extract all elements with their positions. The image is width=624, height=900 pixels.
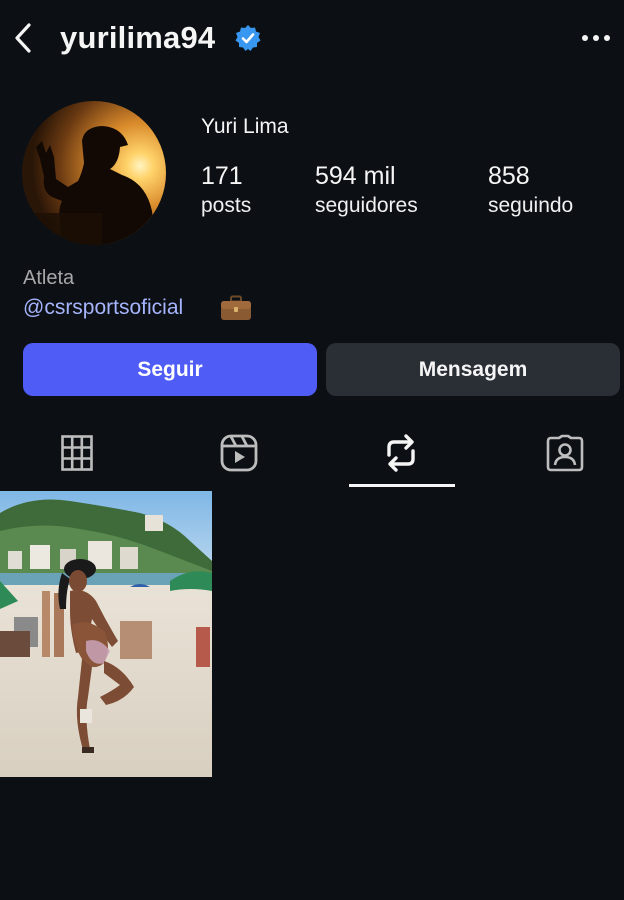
posts-stat[interactable]: 171 posts [201, 160, 251, 220]
followers-count: 594 mil [315, 162, 396, 190]
profile-avatar[interactable] [22, 101, 166, 245]
profile-page: yurilima94 Yuri Lima 171 posts 594 mil s… [0, 0, 624, 900]
followers-stat[interactable]: 594 mil seguidores [315, 160, 418, 220]
followers-label: seguidores [315, 194, 418, 217]
grid-icon [61, 435, 93, 471]
bio-mention-link[interactable]: @csrsportsoficial [23, 293, 183, 323]
profile-tabs [0, 420, 624, 490]
follow-button[interactable]: Seguir [23, 343, 317, 396]
tab-posts-grid[interactable] [25, 420, 129, 486]
verified-badge-icon [235, 25, 261, 51]
briefcase-icon [221, 295, 251, 320]
chevron-left-icon [15, 23, 31, 53]
back-button[interactable] [6, 18, 40, 58]
top-bar: yurilima94 [0, 0, 624, 76]
tab-reels[interactable] [187, 420, 291, 486]
posts-label: posts [201, 194, 252, 217]
tab-reposts[interactable] [349, 420, 453, 486]
reels-icon [220, 434, 258, 472]
following-label: seguindo [488, 194, 574, 217]
post-thumbnail[interactable] [0, 491, 212, 777]
posts-count: 171 [201, 162, 243, 190]
active-tab-indicator [349, 484, 455, 487]
profile-username[interactable]: yurilima94 [60, 18, 215, 58]
more-options-button[interactable] [576, 22, 616, 54]
tab-tagged[interactable] [513, 420, 617, 486]
following-count: 858 [488, 162, 530, 190]
more-horizontal-icon [582, 35, 610, 41]
message-button[interactable]: Mensagem [326, 343, 620, 396]
tagged-icon [546, 434, 584, 472]
following-stat[interactable]: 858 seguindo [488, 160, 573, 220]
reposts-icon [387, 434, 415, 472]
bio-category: Atleta [23, 267, 75, 289]
profile-display-name: Yuri Lima [201, 115, 289, 138]
